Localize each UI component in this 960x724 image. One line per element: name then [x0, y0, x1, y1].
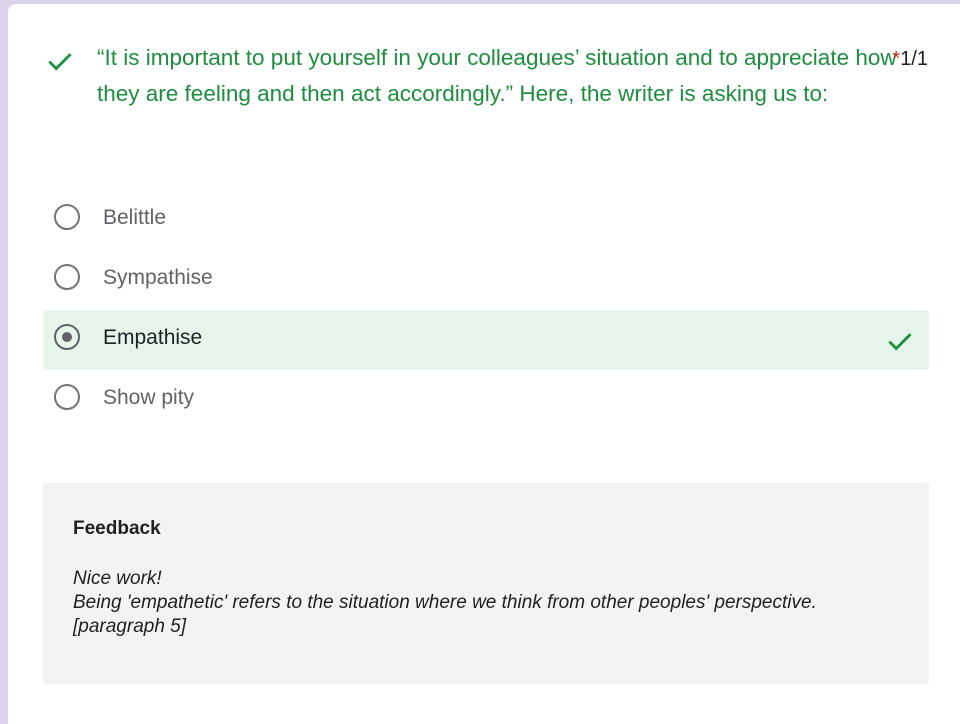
- option-label: Show pity: [103, 386, 195, 409]
- feedback-line: Nice work!: [73, 568, 162, 589]
- option-empathise[interactable]: Empathise: [43, 310, 929, 370]
- option-label: Empathise: [103, 326, 203, 349]
- option-sympathise[interactable]: Sympathise: [43, 250, 929, 310]
- option-show-pity[interactable]: Show pity: [43, 370, 929, 430]
- radio-button[interactable]: [54, 264, 80, 290]
- question-card: “It is important to put yourself in your…: [8, 4, 960, 724]
- radio-button[interactable]: [54, 204, 80, 230]
- feedback-panel: Feedback Nice work! Being 'empathetic' r…: [43, 483, 929, 684]
- feedback-body: Nice work! Being 'empathetic' refers to …: [73, 567, 817, 639]
- question-score: *1/1: [892, 48, 928, 71]
- feedback-line: Being 'empathetic' refers to the situati…: [73, 592, 817, 613]
- answer-options: Belittle Sympathise Empathise Show pity: [43, 190, 929, 430]
- correct-check-icon: [48, 53, 72, 71]
- option-belittle[interactable]: Belittle: [43, 190, 929, 250]
- correct-answer-check-icon: [888, 333, 912, 351]
- feedback-title: Feedback: [73, 518, 161, 539]
- radio-dot: [61, 331, 72, 342]
- feedback-line: [paragraph 5]: [73, 616, 187, 637]
- question-text: “It is important to put yourself in your…: [97, 45, 897, 106]
- radio-button-selected[interactable]: [54, 324, 80, 350]
- option-label: Sympathise: [103, 266, 213, 289]
- score-value: 1/1: [900, 48, 928, 70]
- question-header: “It is important to put yourself in your…: [8, 4, 960, 164]
- radio-button[interactable]: [54, 384, 80, 410]
- option-label: Belittle: [103, 206, 167, 229]
